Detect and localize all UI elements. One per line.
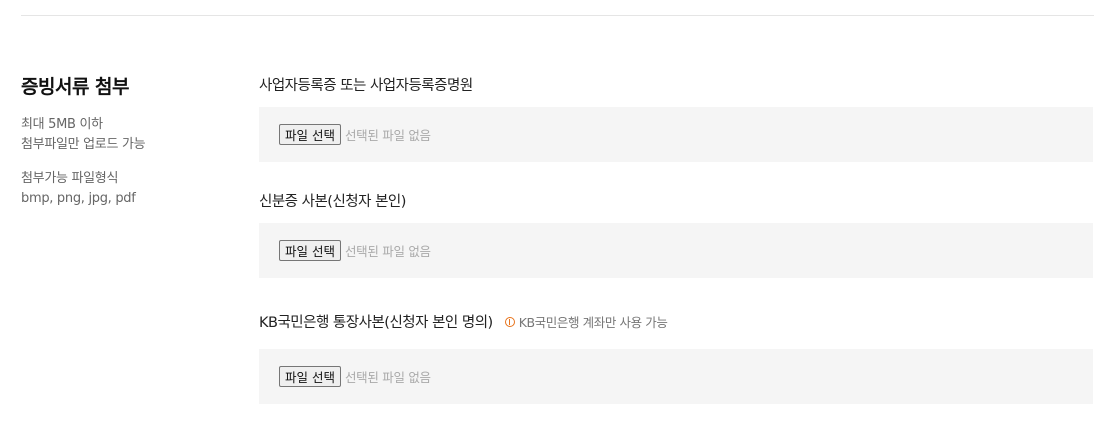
- info-circle-icon: [504, 316, 515, 327]
- section-title: 증빙서류 첨부: [21, 76, 130, 98]
- bankbook-copy-file-button[interactable]: 파일 선택: [279, 366, 341, 387]
- bank-account-notice: KB국민은행 계좌만 사용 가능: [504, 312, 668, 331]
- field-label-text: 사업자등록증 또는 사업자등록증명원: [259, 78, 473, 94]
- business-registration-file-status: 선택된 파일 없음: [344, 128, 431, 143]
- id-copy-file-box: 파일 선택 선택된 파일 없음: [259, 223, 1093, 278]
- size-limit-text: 최대 5MB 이하: [21, 117, 103, 132]
- bankbook-copy-label: KB국민은행 통장사본(신청자 본인 명의) KB국민은행 계좌만 사용 가능: [259, 311, 668, 332]
- upload-rule-text: 첨부파일만 업로드 가능: [21, 137, 146, 152]
- format-label: 첨부가능 파일형식: [21, 171, 119, 186]
- field-label-text: 신분증 사본(신청자 본인): [259, 194, 406, 210]
- business-registration-file-box: 파일 선택 선택된 파일 없음: [259, 107, 1093, 162]
- top-divider: [21, 15, 1094, 16]
- id-copy-label: 신분증 사본(신청자 본인): [259, 190, 406, 211]
- format-list: bmp, png, jpg, pdf: [21, 191, 136, 206]
- notice-text: KB국민은행 계좌만 사용 가능: [518, 315, 668, 330]
- size-limit-info: 최대 5MB 이하 첨부파일만 업로드 가능: [21, 115, 241, 155]
- bankbook-copy-file-status: 선택된 파일 없음: [344, 370, 431, 385]
- id-copy-file-button[interactable]: 파일 선택: [279, 240, 341, 261]
- attachment-info-sidebar: 증빙서류 첨부 최대 5MB 이하 첨부파일만 업로드 가능 첨부가능 파일형식…: [21, 72, 241, 209]
- field-label-text: KB국민은행 통장사본(신청자 본인 명의): [259, 315, 493, 331]
- format-info: 첨부가능 파일형식 bmp, png, jpg, pdf: [21, 169, 241, 209]
- id-copy-file-status: 선택된 파일 없음: [344, 244, 431, 259]
- bankbook-copy-file-box: 파일 선택 선택된 파일 없음: [259, 349, 1093, 404]
- business-registration-label: 사업자등록증 또는 사업자등록증명원: [259, 74, 473, 95]
- business-registration-file-button[interactable]: 파일 선택: [279, 124, 341, 145]
